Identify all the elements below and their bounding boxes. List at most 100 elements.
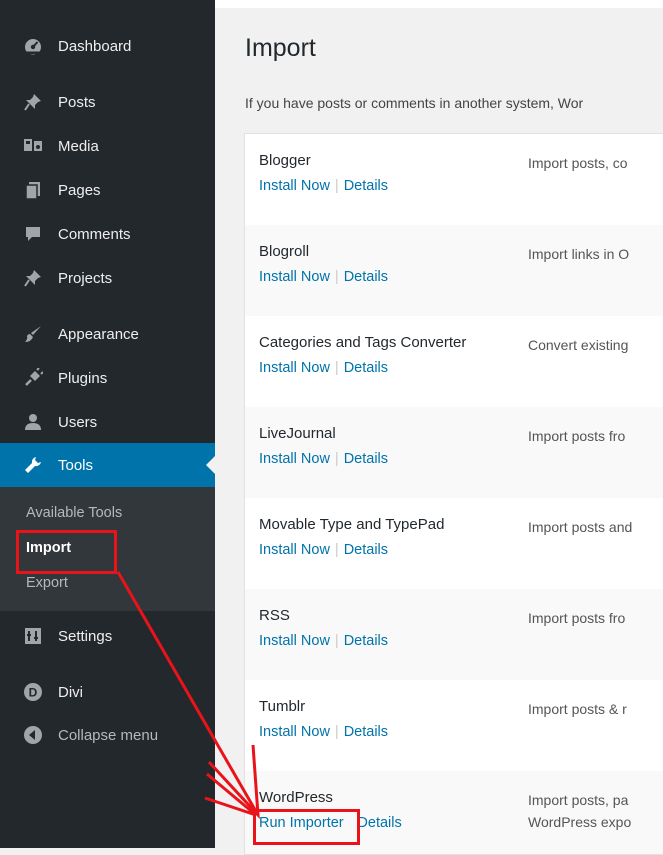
menu-label: Divi (58, 683, 83, 701)
menu-item-comments[interactable]: Comments (0, 212, 215, 256)
install-now-link[interactable]: Install Now (259, 360, 330, 376)
menu-label: Tools (58, 456, 94, 474)
importer-description: Import posts and (528, 519, 633, 535)
separator: | (334, 360, 339, 376)
collapse-icon (22, 724, 44, 746)
install-now-link[interactable]: Install Now (259, 542, 330, 558)
table-row: Categories and Tags Converter Install No… (245, 316, 663, 407)
importer-name: Blogger (259, 152, 311, 169)
main-content: Import If you have posts or comments in … (215, 0, 663, 855)
row-actions: Install Now | Details (259, 269, 388, 285)
row-actions: Install Now | Details (259, 451, 388, 467)
menu-item-divi[interactable]: D Divi (0, 670, 215, 714)
menu-item-pages[interactable]: Pages (0, 168, 215, 212)
menu-label: Posts (58, 93, 96, 111)
importer-description: Import posts fro (528, 610, 626, 626)
menu-label: Projects (58, 269, 113, 287)
pages-icon (22, 179, 44, 201)
separator: | (334, 178, 339, 194)
importer-description: Import posts fro (528, 428, 626, 444)
importer-name: Tumblr (259, 698, 306, 715)
install-now-link[interactable]: Install Now (259, 269, 330, 285)
separator: | (334, 542, 339, 558)
separator: | (334, 269, 339, 285)
separator: | (334, 724, 339, 740)
user-icon (22, 411, 44, 433)
menu-label: Settings (58, 627, 113, 645)
menu-label: Comments (58, 225, 131, 243)
table-row: Tumblr Install Now | Details Import posts … (245, 680, 663, 771)
description-line: Import posts, pa (528, 792, 629, 808)
details-link[interactable]: Details (344, 724, 388, 740)
menu-item-plugins[interactable]: Plugins (0, 356, 215, 400)
table-row: WordPress Run Importer|Details Import po… (245, 771, 663, 854)
details-link[interactable]: Details (357, 815, 401, 831)
row-actions: Install Now | Details (259, 724, 388, 740)
menu-item-tools[interactable]: Tools (0, 443, 215, 487)
submenu-import[interactable]: Import (26, 540, 71, 556)
details-link[interactable]: Details (344, 360, 388, 376)
menu-label: Media (58, 137, 99, 155)
separator: | (334, 633, 339, 649)
install-now-link[interactable]: Install Now (259, 451, 330, 467)
separator: | (334, 451, 339, 467)
menu-item-dashboard[interactable]: Dashboard (0, 24, 215, 68)
menu-item-projects[interactable]: Projects (0, 256, 215, 300)
menu-label: Users (58, 413, 98, 431)
menu-item-appearance[interactable]: Appearance (0, 312, 215, 356)
divi-icon: D (22, 681, 44, 703)
menu-label: Collapse menu (58, 726, 159, 744)
run-importer-link[interactable]: Run Importer (259, 815, 344, 831)
settings-icon (22, 625, 44, 647)
importer-description: Import posts, co (528, 155, 628, 171)
top-strip (215, 0, 663, 8)
admin-sidebar: Dashboard Posts Media Pages Comments Pro… (0, 0, 215, 848)
details-link[interactable]: Details (344, 269, 388, 285)
importer-name: Categories and Tags Converter (259, 334, 467, 351)
active-indicator (206, 456, 215, 474)
importer-name: Blogroll (259, 243, 310, 260)
table-row: Blogroll Install Now | Details Import link… (245, 225, 663, 316)
menu-item-media[interactable]: Media (0, 124, 215, 168)
menu-label: Appearance (58, 325, 139, 343)
row-actions: Install Now | Details (259, 633, 388, 649)
details-link[interactable]: Details (344, 542, 388, 558)
dashboard-icon (22, 35, 44, 57)
importer-name: Movable Type and TypePad (259, 516, 445, 533)
menu-label: Plugins (58, 369, 108, 387)
importer-description: Import posts & r (528, 701, 627, 717)
importers-table: Blogger Install Now | Details Import posts… (244, 133, 663, 855)
menu-item-users[interactable]: Users (0, 400, 215, 444)
install-now-link[interactable]: Install Now (259, 178, 330, 194)
details-link[interactable]: Details (344, 451, 388, 467)
brush-icon (22, 323, 44, 345)
pin-icon (22, 91, 44, 113)
menu-label: Pages (58, 181, 101, 199)
row-actions: Install Now | Details (259, 178, 388, 194)
row-actions: Install Now | Details (259, 542, 388, 558)
submenu-available-tools[interactable]: Available Tools (26, 505, 122, 521)
collapse-menu-button[interactable]: Collapse menu (0, 713, 215, 757)
page-title: Import (245, 34, 316, 62)
menu-item-settings[interactable]: Settings (0, 614, 215, 658)
importer-description: Import posts, pa WordPress expo (528, 789, 631, 833)
pin-icon (22, 267, 44, 289)
row-actions: Install Now | Details (259, 360, 388, 376)
importer-description: Convert existing (528, 337, 629, 353)
install-now-link[interactable]: Install Now (259, 724, 330, 740)
description-line: WordPress expo (528, 814, 632, 830)
intro-text: If you have posts or comments in another… (245, 95, 584, 111)
details-link[interactable]: Details (344, 178, 388, 194)
menu-item-posts[interactable]: Posts (0, 80, 215, 124)
table-row: Blogger Install Now | Details Import posts… (245, 134, 663, 225)
install-now-link[interactable]: Install Now (259, 633, 330, 649)
plug-icon (22, 367, 44, 389)
table-row: LiveJournal Install Now | Details Import p… (245, 407, 663, 498)
table-row: RSS Install Now | Details Import posts fro (245, 589, 663, 680)
importer-name: RSS (259, 607, 290, 624)
details-link[interactable]: Details (344, 633, 388, 649)
submenu-export[interactable]: Export (26, 575, 68, 591)
wrench-icon (22, 454, 44, 476)
media-icon (22, 135, 44, 157)
tools-submenu: Available Tools Import Export (0, 487, 215, 611)
